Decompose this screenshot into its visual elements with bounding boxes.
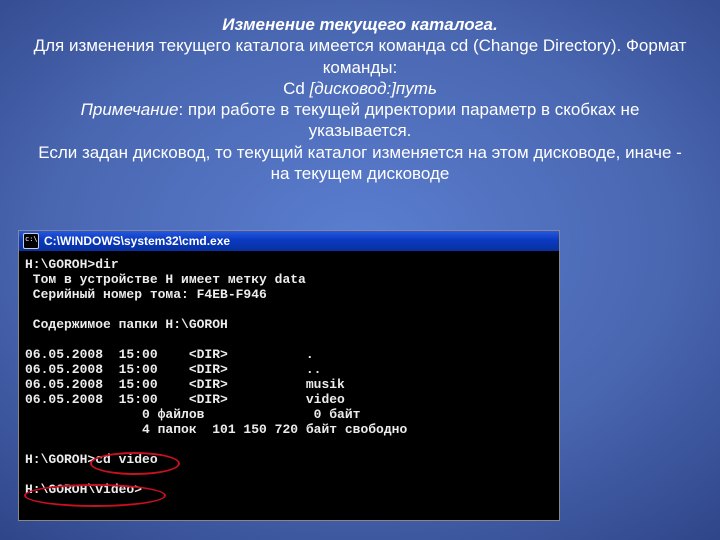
- note-rest: : при работе в текущей директории параме…: [178, 100, 639, 140]
- cmd-titlebar: C:\WINDOWS\system32\cmd.exe: [19, 231, 559, 251]
- cmd-titlebar-text: C:\WINDOWS\system32\cmd.exe: [44, 234, 230, 248]
- cmd-window: C:\WINDOWS\system32\cmd.exe H:\GOROH>dir…: [18, 230, 560, 521]
- slide: Изменение текущего каталога. Для изменен…: [0, 0, 720, 540]
- explanatory-text: Изменение текущего каталога. Для изменен…: [0, 0, 720, 192]
- cmd-terminal-output: H:\GOROH>dir Том в устройстве H имеет ме…: [19, 251, 559, 520]
- paragraph-1: Для изменения текущего каталога имеется …: [34, 36, 687, 76]
- slide-heading: Изменение текущего каталога.: [222, 15, 497, 34]
- note-lead: Примечание: [81, 100, 179, 119]
- cmd-app-icon: [23, 233, 39, 249]
- cd-argument: [дисковод:]путь: [310, 79, 437, 98]
- paragraph-3: Если задан дисковод, то текущий каталог …: [38, 143, 682, 183]
- cd-command: Cd: [283, 79, 309, 98]
